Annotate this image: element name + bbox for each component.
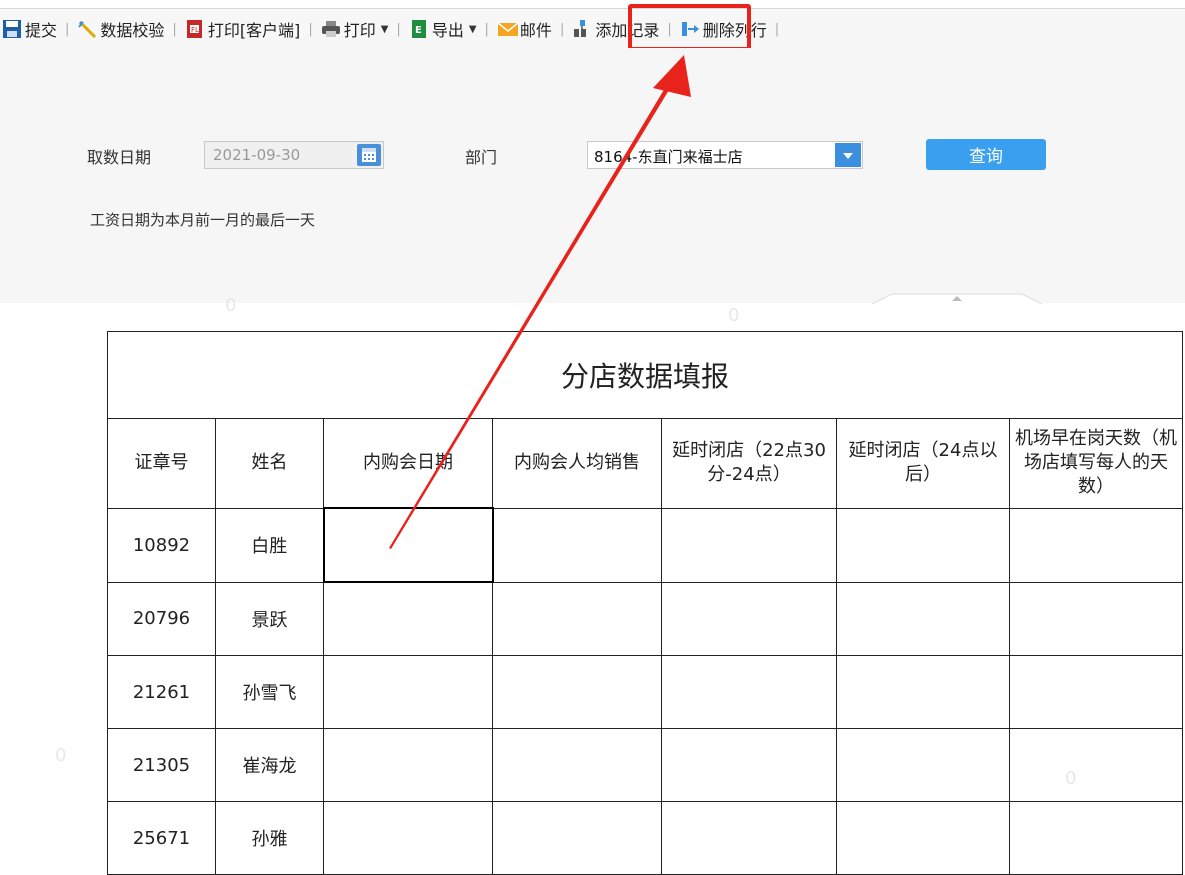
validate-button[interactable]: 数据校验 (75, 15, 166, 43)
print-client-button[interactable]: FL 打印[客户端] (183, 15, 303, 43)
toolbar-divider: | (774, 21, 780, 37)
report-title: 分店数据填报 (107, 331, 1183, 419)
collapse-panel-tab[interactable] (872, 293, 1042, 305)
date-field[interactable]: 2021-09-30 (204, 141, 384, 169)
svg-text:FL: FL (191, 26, 199, 34)
col-header-name: 姓名 (215, 418, 324, 509)
cell-purchase-date[interactable] (323, 801, 493, 875)
date-value: 2021-09-30 (213, 146, 301, 164)
cell-airport-days[interactable] (1009, 507, 1183, 583)
toolbar-divider: | (172, 21, 177, 37)
toolbar-divider: | (484, 21, 489, 37)
cell-airport-days[interactable] (1009, 728, 1183, 802)
col-header-purchase-date: 内购会日期 (323, 418, 493, 509)
toolbar-divider: | (559, 21, 565, 37)
table-row: 25671 孙雅 (107, 801, 1183, 875)
cell-purchase-date[interactable] (323, 728, 493, 802)
mail-icon (497, 19, 519, 39)
cell-id: 25671 (107, 801, 216, 875)
dept-select[interactable]: 8164-东直门来福士店 (587, 141, 863, 169)
export-button[interactable]: E 导出 ▼ (407, 15, 479, 43)
pdf-icon: FL (185, 19, 205, 39)
svg-text:E: E (415, 25, 422, 36)
cell-purchase-date[interactable] (323, 655, 493, 729)
toolbar: 提交 | 数据校验 | FL 打印[客户端] | 打印 ▼ | E 导出 ▼ |… (0, 8, 1185, 49)
cell-name: 崔海龙 (215, 728, 324, 802)
validate-label: 数据校验 (100, 21, 165, 40)
cell-late-close-22-24[interactable] (661, 655, 837, 729)
chevron-down-icon: ▼ (468, 23, 477, 35)
cell-late-close-after-24[interactable] (836, 728, 1010, 802)
report-table: 分店数据填报 证章号 姓名 内购会日期 内购会人均销售 延时闭店（22点30分-… (107, 331, 1183, 875)
cell-late-close-after-24[interactable] (836, 801, 1010, 875)
cell-late-close-after-24[interactable] (836, 655, 1010, 729)
cell-late-close-after-24[interactable] (836, 507, 1010, 583)
col-header-id: 证章号 (107, 418, 216, 509)
cell-id: 10892 (107, 507, 216, 583)
cell-name: 景跃 (215, 581, 324, 656)
watermark: 0 (728, 305, 740, 326)
query-panel: 取数日期 2021-09-30 部门 8164-东直门来福士店 查询 工资日期为… (0, 48, 1185, 303)
mail-label: 邮件 (519, 21, 552, 40)
cell-avg-sales[interactable] (492, 801, 662, 875)
col-header-late-close-22-24: 延时闭店（22点30分-24点） (661, 418, 837, 509)
cell-late-close-22-24[interactable] (661, 728, 837, 802)
cell-airport-days[interactable] (1009, 801, 1183, 875)
col-header-avg-sales: 内购会人均销售 (492, 418, 662, 509)
add-record-highlight-box (628, 4, 751, 51)
calendar-icon[interactable] (357, 144, 381, 166)
mail-button[interactable]: 邮件 (495, 15, 554, 43)
cell-avg-sales[interactable] (492, 655, 662, 729)
printer-icon (321, 19, 341, 39)
col-header-late-close-after-24: 延时闭店（24点以后） (836, 418, 1010, 509)
query-button[interactable]: 查询 (926, 139, 1046, 170)
chevron-down-icon: ▼ (380, 23, 389, 35)
cell-late-close-22-24[interactable] (661, 801, 837, 875)
add-record-icon (572, 19, 592, 39)
excel-icon: E (409, 19, 429, 39)
print-button[interactable]: 打印 ▼ (319, 15, 391, 43)
cell-airport-days[interactable] (1009, 655, 1183, 729)
cell-purchase-date[interactable] (323, 581, 493, 656)
export-label: 导出 (431, 21, 464, 40)
cell-name: 白胜 (215, 507, 324, 583)
date-label: 取数日期 (87, 148, 152, 167)
magic-wand-icon (77, 19, 97, 39)
cell-name: 孙雅 (215, 801, 324, 875)
toolbar-divider: | (396, 21, 401, 37)
print-client-label: 打印[客户端] (207, 21, 301, 40)
cell-late-close-after-24[interactable] (836, 581, 1010, 656)
watermark: 0 (225, 295, 237, 316)
dropdown-arrow-icon[interactable] (835, 143, 861, 167)
cell-late-close-22-24[interactable] (661, 581, 837, 656)
toolbar-divider: | (308, 21, 313, 37)
cell-avg-sales[interactable] (492, 728, 662, 802)
cell-name: 孙雪飞 (215, 655, 324, 729)
col-header-airport-days: 机场早在岗天数（机场店填写每人的天数） (1009, 418, 1183, 509)
dept-label: 部门 (465, 148, 498, 167)
header-row: 证章号 姓名 内购会日期 内购会人均销售 延时闭店（22点30分-24点） 延时… (107, 418, 1183, 509)
table-row: 20796 景跃 (107, 581, 1183, 656)
cell-id: 21305 (107, 728, 216, 802)
table-row: 10892 白胜 (107, 507, 1183, 583)
table-row: 21305 崔海龙 (107, 728, 1183, 802)
save-icon (2, 19, 22, 39)
dept-value: 8164-东直门来福士店 (594, 148, 743, 166)
cell-airport-days[interactable] (1009, 581, 1183, 656)
cell-id: 20796 (107, 581, 216, 656)
submit-button[interactable]: 提交 (0, 15, 59, 43)
cell-purchase-date-selected[interactable] (322, 507, 494, 583)
watermark: 0 (55, 745, 67, 766)
cell-avg-sales[interactable] (492, 507, 662, 583)
submit-label: 提交 (25, 21, 58, 40)
print-label: 打印 (343, 21, 376, 40)
table-row: 21261 孙雪飞 (107, 655, 1183, 729)
toolbar-divider: | (65, 21, 70, 37)
date-note: 工资日期为本月前一月的最后一天 (90, 211, 316, 229)
cell-id: 21261 (107, 655, 216, 729)
cell-avg-sales[interactable] (492, 581, 662, 656)
cell-late-close-22-24[interactable] (661, 507, 837, 583)
